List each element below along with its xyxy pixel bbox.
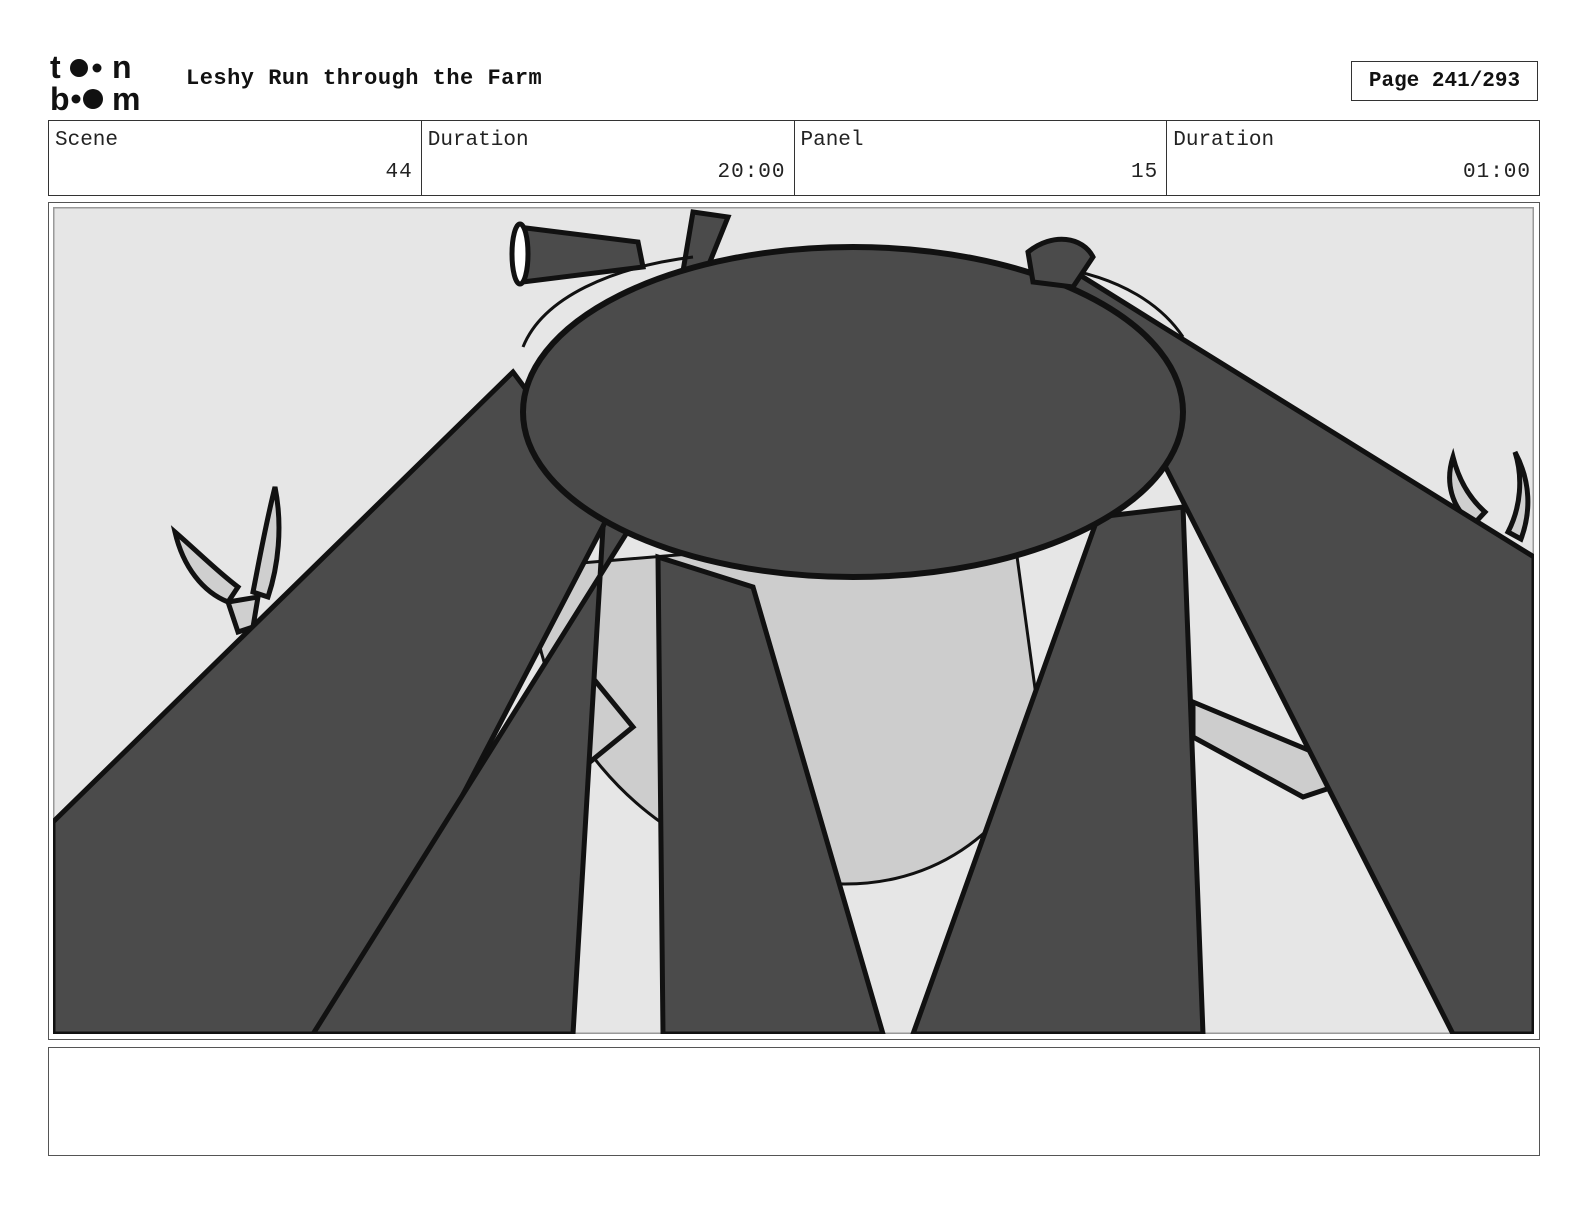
document-title: Leshy Run through the Farm [186, 66, 543, 91]
panel-duration-value: 01:00 [1462, 161, 1531, 184]
svg-text:n: n [112, 50, 132, 85]
scene-duration-cell: Duration 20:00 [422, 121, 795, 195]
toon-boom-logo: t n b m [50, 50, 140, 112]
svg-text:b: b [50, 81, 70, 112]
page-number-box: Page 241/293 [1351, 61, 1538, 101]
storyboard-panel-frame [48, 202, 1540, 1040]
svg-text:m: m [112, 81, 140, 112]
page-number: Page 241/293 [1368, 69, 1521, 93]
scene-duration-value: 20:00 [717, 161, 786, 184]
svg-text:t: t [50, 50, 61, 85]
scene-label: Scene [55, 129, 119, 152]
creature-head [520, 244, 1186, 580]
panel-notes-box [48, 1047, 1540, 1156]
scene-cell: Scene 44 [49, 121, 422, 195]
panel-cell: Panel 15 [795, 121, 1168, 195]
scene-duration-label: Duration [427, 129, 529, 152]
panel-label: Panel [800, 129, 864, 152]
panel-value: 15 [1131, 161, 1159, 184]
panel-duration-cell: Duration 01:00 [1167, 121, 1539, 195]
scene-info-row: Scene 44 Duration 20:00 Panel 15 Duratio… [48, 120, 1540, 196]
scene-value: 44 [385, 161, 413, 184]
storyboard-panel-drawing [53, 207, 1534, 1034]
panel-duration-label: Duration [1173, 129, 1275, 152]
